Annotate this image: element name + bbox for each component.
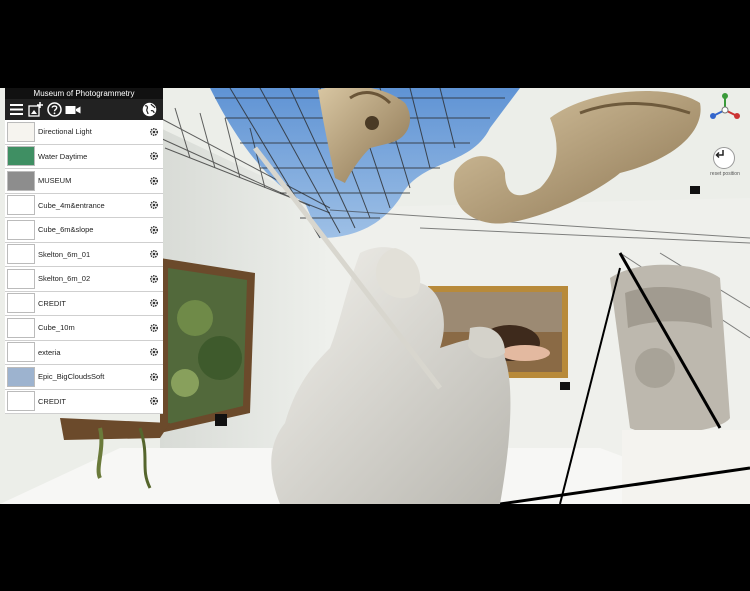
water-thumbnail (7, 146, 35, 167)
gear-icon[interactable] (149, 127, 159, 137)
list-item-label: exteria (38, 347, 61, 357)
list-item[interactable]: Cube_10m (5, 316, 163, 341)
add-image-icon[interactable] (27, 102, 43, 118)
gear-icon[interactable] (149, 274, 159, 284)
list-item-label: CREDIT (38, 396, 66, 406)
scene-panel: Museum of Photogrammetry Directional Lig… (5, 88, 163, 414)
reset-position-label: reset position (710, 171, 740, 177)
globe-icon[interactable] (141, 102, 157, 118)
gear-icon[interactable] (149, 200, 159, 210)
axis-gizmo-icon (710, 93, 740, 119)
gear-icon[interactable] (149, 176, 159, 186)
sculpture-pedestal (622, 430, 750, 504)
blank-thumbnail (7, 293, 35, 314)
list-item[interactable]: Skelton_6m_02 (5, 267, 163, 292)
list-item-label: Cube_4m&entrance (38, 200, 105, 210)
gear-icon[interactable] (149, 151, 159, 161)
cube-thumbnail (7, 317, 35, 338)
list-item[interactable]: CREDIT (5, 389, 163, 414)
return-arrow-icon (715, 150, 724, 159)
gear-icon[interactable] (149, 372, 159, 382)
list-item[interactable]: Cube_4m&entrance (5, 193, 163, 218)
clouds-thumbnail (7, 366, 35, 387)
blank-thumbnail (7, 391, 35, 412)
reset-position-button[interactable] (713, 147, 735, 169)
video-camera-icon[interactable] (65, 102, 81, 118)
list-item[interactable]: CREDIT (5, 291, 163, 316)
cube-thumbnail (7, 219, 35, 240)
list-item[interactable]: exteria (5, 340, 163, 365)
help-icon[interactable] (46, 102, 62, 118)
gear-icon[interactable] (149, 396, 159, 406)
gear-icon[interactable] (149, 225, 159, 235)
list-item[interactable]: Skelton_6m_01 (5, 242, 163, 267)
navigation-gizmo[interactable] (707, 92, 743, 128)
list-item[interactable]: Water Daytime (5, 144, 163, 169)
panel-toolbar (5, 99, 163, 120)
list-item-label: Directional Light (38, 127, 92, 137)
gear-icon[interactable] (149, 249, 159, 259)
list-item-label: Skelton_6m_02 (38, 274, 91, 284)
list-item[interactable]: Directional Light (5, 120, 163, 145)
list-item-label: CREDIT (38, 298, 66, 308)
sun-thumbnail (7, 121, 35, 142)
gear-icon[interactable] (149, 347, 159, 357)
list-item[interactable]: MUSEUM (5, 169, 163, 194)
museum-thumbnail (7, 170, 35, 191)
letterbox-bottom (0, 504, 750, 591)
exterior-thumbnail (7, 342, 35, 363)
list-item-label: Cube_10m (38, 323, 75, 333)
list-item[interactable]: Cube_6m&slope (5, 218, 163, 243)
skeleton-thumbnail (7, 268, 35, 289)
list-item-label: Epic_BigCloudsSoft (38, 372, 105, 382)
hamburger-menu-icon[interactable] (8, 102, 24, 118)
list-item-label: Skelton_6m_01 (38, 249, 91, 259)
gear-icon[interactable] (149, 323, 159, 333)
list-item-label: Water Daytime (38, 151, 88, 161)
list-item-label: MUSEUM (38, 176, 72, 186)
cube-thumbnail (7, 195, 35, 216)
list-item-label: Cube_6m&slope (38, 225, 94, 235)
list-item[interactable]: Epic_BigCloudsSoft (5, 365, 163, 390)
gear-icon[interactable] (149, 298, 159, 308)
letterbox-top (0, 0, 750, 88)
scene-object-list: Directional Light Water Daytime MUSEUM Cube… (5, 120, 163, 414)
panel-title: Museum of Photogrammetry (5, 88, 163, 99)
skeleton-thumbnail (7, 244, 35, 265)
